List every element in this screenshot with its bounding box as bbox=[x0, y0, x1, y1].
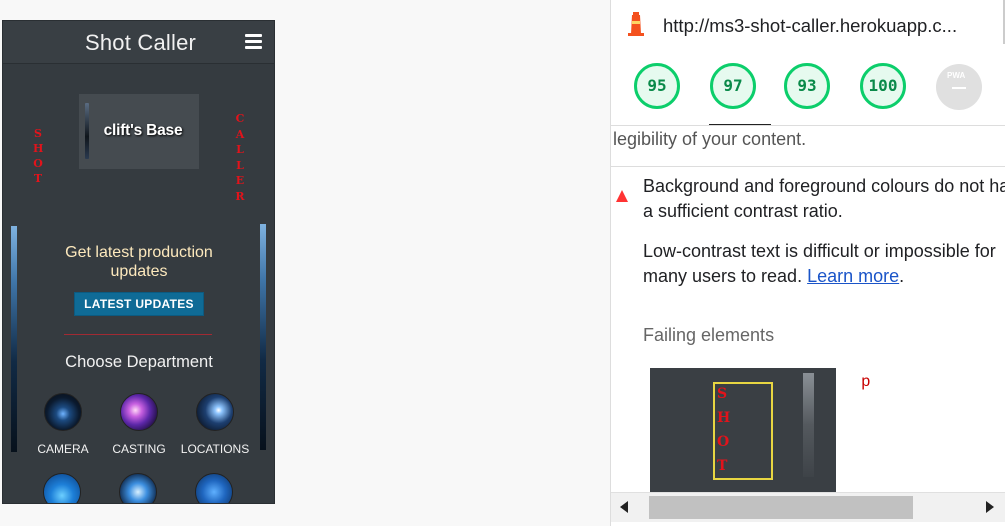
left-decorative-bar bbox=[11, 226, 17, 452]
thumb-letter: T bbox=[717, 458, 728, 474]
side-word-letter: R bbox=[235, 189, 245, 203]
performance-score-gauge[interactable]: 95 bbox=[634, 63, 680, 109]
side-word-letter: S bbox=[34, 127, 42, 140]
thumb-letter: H bbox=[717, 410, 731, 426]
side-word-letter: H bbox=[33, 142, 44, 155]
element-screenshot: S H O T bbox=[650, 368, 836, 493]
lighthouse-report-panel: http://ms3-shot-caller.herokuapp.c... 95… bbox=[610, 0, 1005, 526]
camera-department-icon[interactable] bbox=[44, 393, 82, 431]
tabs-divider bbox=[611, 125, 1005, 126]
side-word-letter: L bbox=[236, 158, 244, 172]
lighthouse-icon bbox=[628, 12, 644, 36]
section-divider bbox=[64, 334, 212, 335]
pwa-label: PWA bbox=[947, 71, 966, 80]
side-word-letter: O bbox=[33, 157, 43, 170]
base-card-label: clift's Base bbox=[103, 122, 183, 139]
failing-elements-heading: Failing elements bbox=[643, 325, 775, 345]
thumb-side-bar bbox=[803, 373, 814, 477]
side-word-letter: L bbox=[236, 143, 244, 156]
report-url-bar: http://ms3-shot-caller.herokuapp.c... bbox=[611, 0, 1005, 52]
horizontal-scrollbar[interactable] bbox=[611, 492, 1005, 522]
side-word-letter: A bbox=[235, 127, 245, 141]
best-practices-score-gauge[interactable]: 93 bbox=[784, 63, 830, 109]
side-word-letter: T bbox=[33, 172, 43, 185]
seo-score-gauge[interactable]: 100 bbox=[860, 63, 906, 109]
report-url[interactable]: http://ms3-shot-caller.herokuapp.c... bbox=[663, 15, 957, 37]
fail-warning-icon bbox=[616, 190, 628, 202]
department-icon-row2-3[interactable] bbox=[195, 473, 233, 503]
latest-updates-button[interactable]: LATEST UPDATES bbox=[74, 292, 204, 316]
casting-department-icon[interactable] bbox=[120, 393, 158, 431]
right-decorative-bar bbox=[260, 224, 266, 450]
department-label[interactable]: CAMERA bbox=[23, 442, 103, 456]
mobile-app-preview: Shot Caller SHOT CALLER clift's Base Get… bbox=[2, 20, 275, 504]
locations-department-icon[interactable] bbox=[196, 393, 234, 431]
pwa-badge-icon[interactable]: PWA bbox=[936, 64, 982, 110]
updates-prompt: Get latest production updates bbox=[65, 244, 213, 280]
thumb-letter: O bbox=[717, 434, 730, 450]
scrollbar-thumb[interactable] bbox=[649, 496, 913, 519]
audit-title[interactable]: Background and foreground colours do not… bbox=[643, 174, 1005, 224]
audit-separator bbox=[611, 166, 1005, 167]
department-label[interactable]: LOCATIONS bbox=[175, 442, 255, 456]
departments-heading: Choose Department bbox=[65, 353, 213, 371]
department-camera[interactable]: CAMERA bbox=[23, 393, 103, 456]
hamburger-menu-icon[interactable] bbox=[245, 34, 262, 49]
department-icon-row2-1[interactable] bbox=[43, 473, 81, 503]
base-card[interactable]: clift's Base bbox=[79, 94, 199, 169]
pwa-dash bbox=[952, 87, 966, 89]
audit-desc-period: . bbox=[899, 266, 905, 286]
app-title[interactable]: Shot Caller bbox=[85, 30, 196, 56]
base-card-accent-bar bbox=[85, 103, 89, 159]
learn-more-link[interactable]: Learn more bbox=[807, 266, 899, 286]
scroll-left-arrow-icon[interactable] bbox=[620, 501, 628, 513]
audit-description: Low-contrast text is difficult or imposs… bbox=[643, 239, 1005, 289]
thumb-letter: S bbox=[717, 386, 728, 402]
scroll-right-arrow-icon[interactable] bbox=[986, 501, 994, 513]
department-label[interactable]: CASTING bbox=[99, 442, 179, 456]
accessibility-score-gauge[interactable]: 97 bbox=[710, 63, 756, 109]
department-icon-row2-2[interactable] bbox=[119, 473, 157, 503]
side-word-caller: CALLER bbox=[235, 111, 245, 204]
app-navbar: Shot Caller bbox=[3, 21, 274, 64]
side-word-letter: E bbox=[235, 174, 245, 187]
side-word-letter: C bbox=[235, 112, 245, 125]
department-locations[interactable]: LOCATIONS bbox=[175, 393, 255, 456]
side-word-shot: SHOT bbox=[33, 126, 43, 186]
department-casting[interactable]: CASTING bbox=[99, 393, 179, 456]
failing-element-selector[interactable]: p bbox=[861, 373, 871, 391]
previous-audit-text: legibility of your content. bbox=[613, 129, 807, 149]
